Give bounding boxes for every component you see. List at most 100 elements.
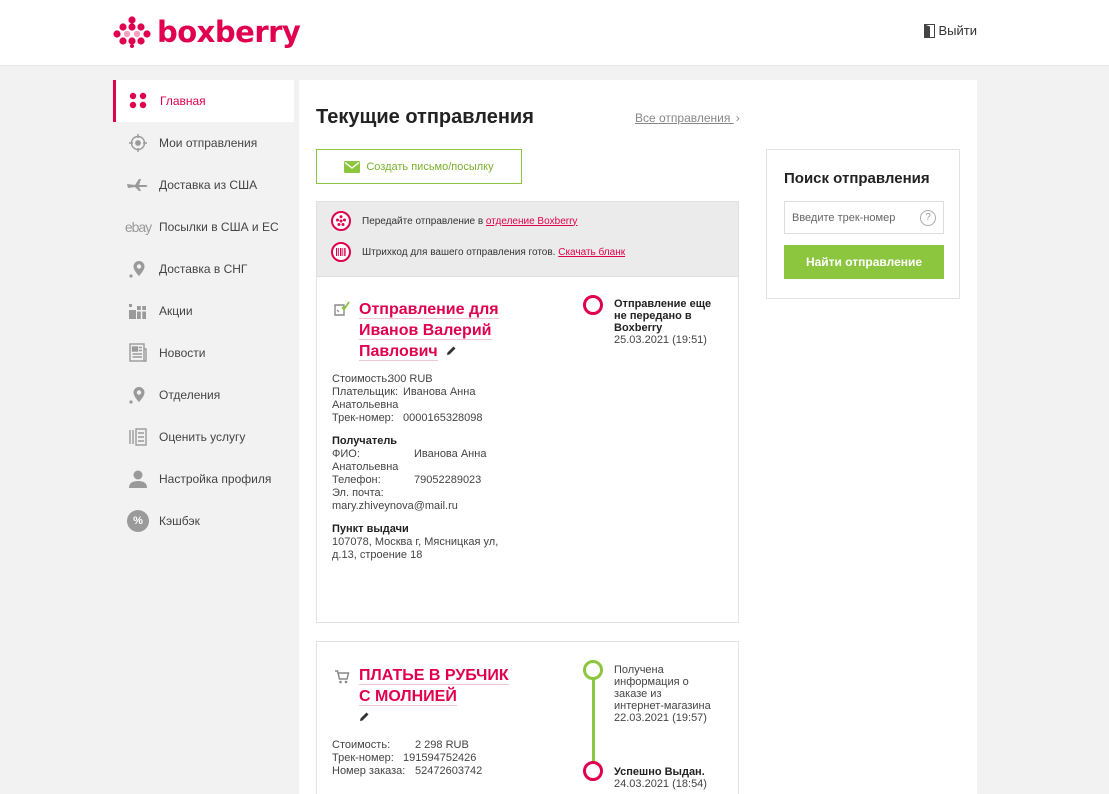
create-button-label: Создать письмо/посылку — [366, 160, 494, 173]
sidebar-item-news[interactable]: Новости — [113, 332, 294, 374]
all-shipments-label: Все отправления — [635, 111, 731, 125]
shipment-card: Отправление для Иванов Валерий Павлович … — [316, 277, 739, 623]
status-title: не передано в — [614, 310, 692, 322]
user-icon — [121, 466, 155, 492]
sidebar-item-label: Доставка из США — [159, 178, 258, 192]
office-link[interactable]: отделение Boxberry — [486, 216, 578, 227]
email-label: Эл. почта: — [332, 487, 384, 499]
sidebar-item-label: Посылки в США и ЕС — [159, 220, 279, 234]
track-label: Трек-номер: — [332, 412, 394, 424]
phone-label: Телефон: — [332, 474, 381, 486]
shipment-title[interactable]: Отправление для Иванов Валерий Павлович — [359, 299, 499, 362]
header: boxberry Выйти — [0, 0, 1109, 66]
cost-value: 2 298 RUB — [415, 739, 469, 751]
status-title: информация о — [614, 676, 689, 688]
sidebar-item-cis-delivery[interactable]: Доставка в СНГ — [113, 248, 294, 290]
sidebar-item-offices[interactable]: Отделения — [113, 374, 294, 416]
pencil-icon[interactable] — [359, 707, 370, 728]
boxberry-logo[interactable]: boxberry — [113, 14, 301, 50]
find-shipment-button[interactable]: Найти отправление — [784, 245, 944, 279]
track-label: Трек-номер: — [332, 752, 394, 764]
sidebar-item-home[interactable]: Главная — [113, 80, 294, 122]
status-dot — [583, 295, 603, 315]
create-letter-parcel-button[interactable]: Создать письмо/посылку — [316, 149, 522, 184]
barcode-icon — [331, 242, 351, 262]
sidebar-item-promotions[interactable]: Акции — [113, 290, 294, 332]
percent-icon: % — [121, 508, 155, 534]
status-text: Отправление еще не передано в Boxberry 2… — [614, 298, 732, 346]
payer-label: Плательщик: — [332, 386, 399, 398]
sidebar-item-rate-service[interactable]: Оценить услугу — [113, 416, 294, 458]
dots-grid-icon — [122, 88, 156, 114]
status-text: Получена информация о заказе из интернет… — [614, 664, 732, 724]
sidebar-item-label: Кэшбэк — [159, 514, 200, 528]
sidebar-item-usa-delivery[interactable]: Доставка из США — [113, 164, 294, 206]
order-label: Номер заказа: — [332, 765, 406, 777]
sidebar-item-label: Оценить услугу — [159, 430, 246, 444]
notice-row-office: Передайте отправление в отделение Boxber… — [331, 211, 577, 231]
gifts-icon — [121, 298, 155, 324]
berry-icon — [113, 16, 151, 48]
notice-text: Передайте отправление в — [362, 215, 486, 227]
status-title: интернет-магазина — [614, 700, 711, 712]
phone-value: 79052289023 — [414, 474, 482, 486]
shipment-title-line: Отправление для — [359, 301, 499, 319]
berry-icon — [331, 211, 351, 231]
sidebar-item-my-shipments[interactable]: Мои отправления — [113, 122, 294, 164]
fio-label: ФИО: — [332, 448, 360, 460]
status-title: Отправление еще — [614, 298, 712, 310]
ebay-logo-icon: ebay — [124, 219, 152, 235]
sidebar-item-profile-settings[interactable]: Настройка профиля — [113, 458, 294, 500]
chevron-right-icon: › — [735, 111, 740, 125]
cost-label: Стоимость: — [332, 739, 391, 751]
download-form-link[interactable]: Скачать бланк — [558, 247, 625, 258]
map-pin-icon — [121, 256, 155, 282]
track-search-input[interactable]: Введите трек-номер ? — [784, 201, 944, 234]
sidebar-item-label: Настройка профиля — [159, 472, 272, 486]
payer-value: Анатольевна — [332, 399, 399, 411]
shipment-title[interactable]: ПЛАТЬЕ В РУБЧИК С МОЛНИЕЙ — [359, 665, 509, 728]
recipient-heading: Получатель — [332, 435, 398, 447]
track-number: 191594752426 — [403, 752, 477, 764]
status-title: Boxberry — [614, 322, 663, 334]
envelope-icon — [344, 160, 361, 173]
sidebar-item-label: Мои отправления — [159, 136, 258, 150]
status-dot — [583, 761, 603, 781]
sidebar: Главная Мои отправления Доставка из США … — [113, 80, 294, 542]
notice-row-barcode: Штрихкод для вашего отправления готов. С… — [331, 242, 625, 262]
pickup-address: 107078, Москва г, Мясницкая ул, — [332, 536, 499, 548]
cost-label: Стоимость: — [332, 373, 391, 385]
pencil-icon[interactable] — [446, 341, 457, 362]
sidebar-item-label: Главная — [160, 94, 206, 108]
payer-value: Иванова Анна — [403, 386, 476, 398]
letter-check-icon — [334, 301, 350, 321]
search-panel: Поиск отправления Введите трек-номер ? Н… — [766, 149, 960, 299]
status-title: Получена — [614, 664, 664, 676]
map-pin-icon — [121, 382, 155, 408]
sidebar-item-usa-eu-parcels[interactable]: ebay Посылки в США и ЕС — [113, 206, 294, 248]
status-time: 24.03.2021 (18:54) — [614, 778, 707, 790]
page-title: Текущие отправления — [316, 106, 534, 128]
airplane-icon — [121, 172, 155, 198]
pickup-address: д.13, строение 18 — [332, 549, 423, 561]
pickup-heading: Пункт выдачи — [332, 523, 409, 535]
sidebar-item-label: Новости — [159, 346, 206, 360]
all-shipments-link[interactable]: Все отправления › — [635, 111, 740, 125]
help-icon[interactable]: ? — [920, 209, 936, 226]
status-time: 22.03.2021 (19:57) — [614, 712, 707, 724]
sidebar-item-label: Доставка в СНГ — [159, 262, 248, 276]
order-number: 52472603742 — [415, 765, 483, 777]
fio-value: Анатольевна — [332, 461, 399, 473]
sidebar-item-cashback[interactable]: % Кэшбэк — [113, 500, 294, 542]
logout-button[interactable]: Выйти — [923, 23, 978, 38]
shipment-title-line: Иванов Валерий — [359, 322, 492, 340]
sidebar-item-label: Отделения — [159, 388, 221, 402]
status-text: Успешно Выдан. 24.03.2021 (18:54) — [614, 766, 732, 790]
door-icon — [923, 23, 935, 38]
sidebar-item-label: Акции — [159, 304, 193, 318]
notice-panel: Передайте отправление в отделение Boxber… — [316, 201, 739, 277]
status-dot — [583, 660, 603, 680]
logout-label: Выйти — [938, 23, 978, 38]
search-title: Поиск отправления — [784, 170, 930, 187]
shipment-info: Стоимость: 2 298 RUB Трек-номер: 191594752… — [332, 739, 552, 778]
